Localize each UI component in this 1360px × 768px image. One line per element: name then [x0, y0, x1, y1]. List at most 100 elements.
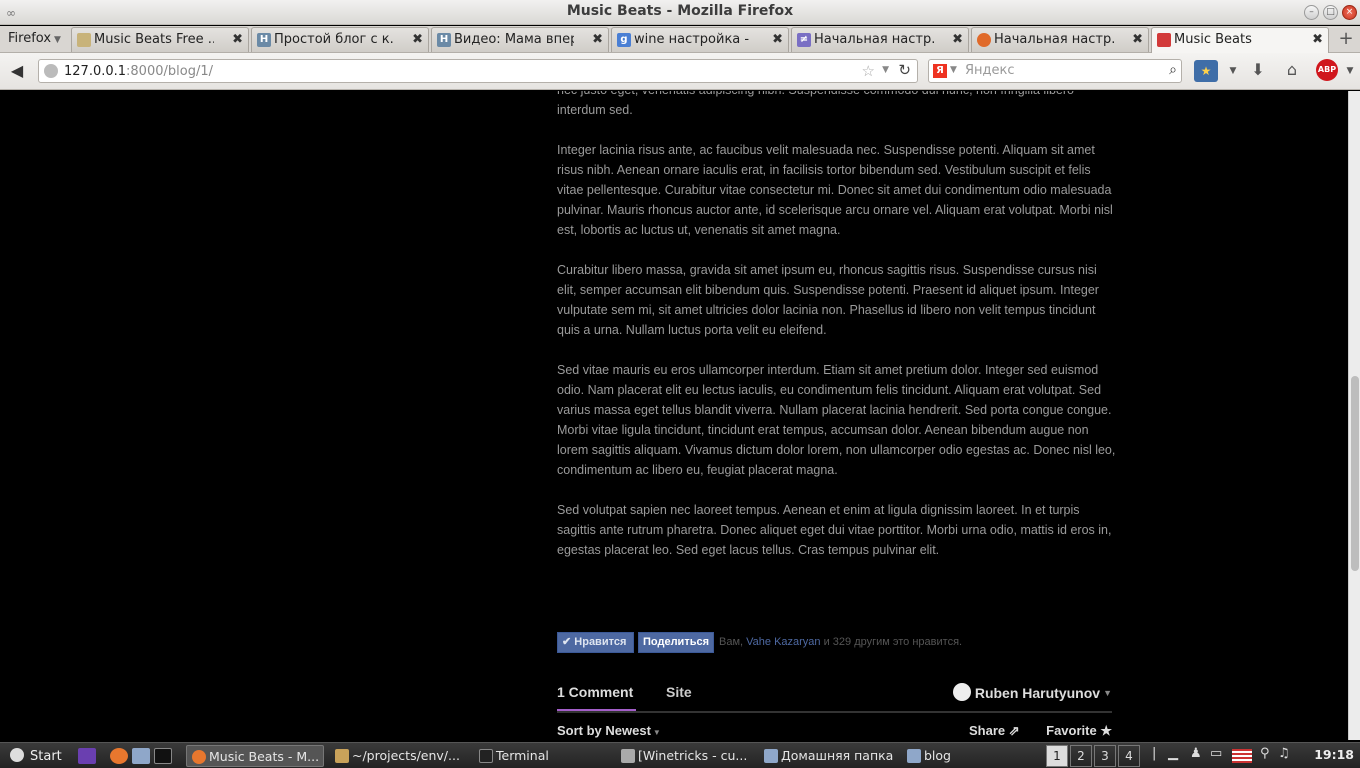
tab-close-icon[interactable]: ✖ — [592, 32, 603, 47]
home-icon[interactable]: ⌂ — [1280, 60, 1304, 82]
tab-music-beats-free[interactable]: Music Beats Free ... ✖ — [71, 27, 249, 52]
url-host: 127.0.0.1 — [64, 64, 127, 79]
xfce-launcher-icon[interactable] — [78, 748, 96, 764]
likes-text-before: Вам, — [719, 636, 747, 648]
close-window-button[interactable]: × — [1342, 5, 1357, 20]
tab-favicon-icon: g — [617, 33, 631, 47]
tab-initial-setup-1[interactable]: ≠ Начальная настр... ✖ — [791, 27, 969, 52]
tab-favicon-icon — [977, 33, 991, 47]
tab-bar: Firefox ▼ Music Beats Free ... ✖ H Простой … — [0, 26, 1360, 53]
user-icon[interactable]: ♟ — [1190, 746, 1202, 761]
firefox-icon — [192, 750, 206, 764]
tab-wine-settings[interactable]: g wine настройка - ... ✖ — [611, 27, 789, 52]
favorite-label: Favorite — [1046, 723, 1097, 738]
back-arrow-icon[interactable]: ◀ — [6, 61, 28, 81]
tab-simple-blog[interactable]: H Простой блог с к... ✖ — [251, 27, 429, 52]
bookmarks-icon[interactable]: ★ — [1194, 60, 1218, 82]
display-icon[interactable]: ▭ — [1210, 746, 1222, 761]
url-text[interactable]: 127.0.0.1:8000/blog/1/ — [64, 64, 213, 79]
tab-video[interactable]: HВидео: Мама впер... ✖ — [431, 27, 609, 52]
favorite-button[interactable]: Favorite ★ — [1046, 723, 1112, 739]
tab-label: Начальная настр... — [994, 32, 1114, 47]
workspace-2[interactable]: 2 — [1070, 745, 1092, 767]
article-paragraph: Curabitur libero massa, gravida sit amet… — [557, 263, 1099, 337]
task-home-folder[interactable]: Домашняя папка — [759, 745, 897, 767]
workspace-3[interactable]: 3 — [1094, 745, 1116, 767]
scrollbar-thumb[interactable] — [1351, 376, 1359, 571]
comments-toolbar: Sort by Newest ▼ Share ⇗ Favorite ★ — [557, 723, 1112, 740]
search-engine-dropdown-icon[interactable]: ▼ — [950, 65, 957, 75]
chevron-down-icon: ▼ — [1103, 688, 1112, 698]
like-button[interactable]: ✔ Нравится — [557, 632, 634, 653]
task-terminal[interactable]: Terminal — [474, 745, 612, 767]
minimize-button[interactable]: – — [1304, 5, 1319, 20]
search-icon[interactable]: ⌕ — [1169, 62, 1177, 78]
tab-label: Простой блог с к... — [274, 32, 394, 47]
firefox-launcher-icon[interactable] — [110, 748, 128, 764]
tab-close-icon[interactable]: ✖ — [1312, 32, 1323, 47]
reload-icon[interactable]: ↻ — [898, 61, 911, 79]
tab-close-icon[interactable]: ✖ — [952, 32, 963, 47]
navigation-bar: ◀ 127.0.0.1:8000/blog/1/ ☆ ▼ ↻ Я ▼ ⌕ ★ ▼… — [0, 53, 1360, 90]
star-icon: ★ — [1100, 723, 1112, 738]
new-tab-button[interactable]: + — [1334, 29, 1358, 51]
task-label: Music Beats - M... — [209, 749, 320, 764]
page-scrollbar[interactable] — [1348, 91, 1360, 740]
file-manager-launcher-icon[interactable] — [132, 748, 150, 764]
workspace-1[interactable]: 1 — [1046, 745, 1068, 767]
tab-close-icon[interactable]: ✖ — [412, 32, 423, 47]
adblock-plus-icon[interactable]: ABP — [1316, 59, 1338, 81]
chevron-down-icon: ▼ — [54, 35, 61, 45]
search-input[interactable] — [965, 63, 1155, 78]
taskbar: Start Music Beats - M... ~/projects/env/… — [0, 742, 1360, 768]
url-bar[interactable]: 127.0.0.1:8000/blog/1/ ☆ ▼ ↻ — [38, 59, 918, 83]
share-label: Share — [969, 723, 1006, 738]
article-paragraph: nec justo eget, venenatis adipiscing nib… — [557, 91, 1074, 117]
tab-close-icon[interactable]: ✖ — [232, 32, 243, 47]
task-label: Домашняя папка — [781, 748, 894, 763]
network-icon[interactable]: ⚲ — [1260, 746, 1270, 761]
task-blog-folder[interactable]: blog — [902, 745, 1040, 767]
share-button[interactable]: Share ⇗ — [969, 723, 1020, 739]
comments-count-tab[interactable]: 1 Comment — [557, 684, 636, 711]
globe-icon — [44, 64, 58, 78]
start-button[interactable]: Start — [2, 745, 72, 767]
tab-favicon-icon — [1157, 33, 1171, 47]
comments-header: 1 Comment Site Ruben Harutyunov ▼ — [557, 681, 1112, 713]
tab-music-beats-active[interactable]: Music Beats ✖ — [1151, 27, 1329, 53]
start-label: Start — [30, 749, 62, 764]
bookmark-star-icon[interactable]: ☆ — [862, 62, 875, 80]
url-history-dropdown-icon[interactable]: ▼ — [882, 65, 889, 75]
url-path: :8000/blog/1/ — [126, 64, 213, 79]
like-label: Нравится — [574, 636, 627, 648]
downloads-icon[interactable]: ⬇ — [1246, 60, 1270, 82]
friend-link[interactable]: Vahe Kazaryan — [746, 636, 820, 648]
tab-initial-setup-2[interactable]: Начальная настр... ✖ — [971, 27, 1149, 52]
user-menu[interactable]: Ruben Harutyunov ▼ — [952, 683, 1112, 701]
bookmarks-dropdown-icon[interactable]: ▼ — [1221, 60, 1245, 82]
volume-icon[interactable]: ♫ — [1278, 746, 1290, 761]
terminal-launcher-icon[interactable] — [154, 748, 172, 764]
tab-close-icon[interactable]: ✖ — [772, 32, 783, 47]
workspace-4[interactable]: 4 — [1118, 745, 1140, 767]
firefox-menu-button[interactable]: Firefox ▼ — [0, 26, 66, 52]
article-paragraph: Sed volutpat sapien nec laoreet tempus. … — [557, 503, 1112, 557]
task-label: ~/projects/env/... — [352, 748, 460, 763]
sort-dropdown[interactable]: Sort by Newest ▼ — [557, 723, 661, 738]
penguin-icon — [10, 748, 24, 762]
clock[interactable]: 19:18 — [1314, 747, 1354, 762]
maximize-button[interactable]: □ — [1323, 5, 1338, 20]
site-tab[interactable]: Site — [666, 684, 692, 700]
yandex-engine-icon[interactable]: Я — [933, 64, 947, 78]
task-projects-editor[interactable]: ~/projects/env/... — [330, 745, 468, 767]
task-firefox[interactable]: Music Beats - M... — [186, 745, 324, 767]
tab-favicon-icon: H — [257, 33, 271, 47]
show-desktop-icon[interactable]: ▁ — [1168, 746, 1178, 761]
article-body: nec justo eget, venenatis adipiscing nib… — [557, 91, 1117, 580]
adblock-dropdown-icon[interactable]: ▼ — [1338, 60, 1360, 82]
chevron-down-icon: ▼ — [652, 728, 661, 737]
share-social-button[interactable]: Поделиться — [638, 632, 714, 653]
us-flag-icon[interactable] — [1232, 749, 1252, 763]
task-winetricks[interactable]: [Winetricks - cu... — [616, 745, 754, 767]
tab-close-icon[interactable]: ✖ — [1132, 32, 1143, 47]
